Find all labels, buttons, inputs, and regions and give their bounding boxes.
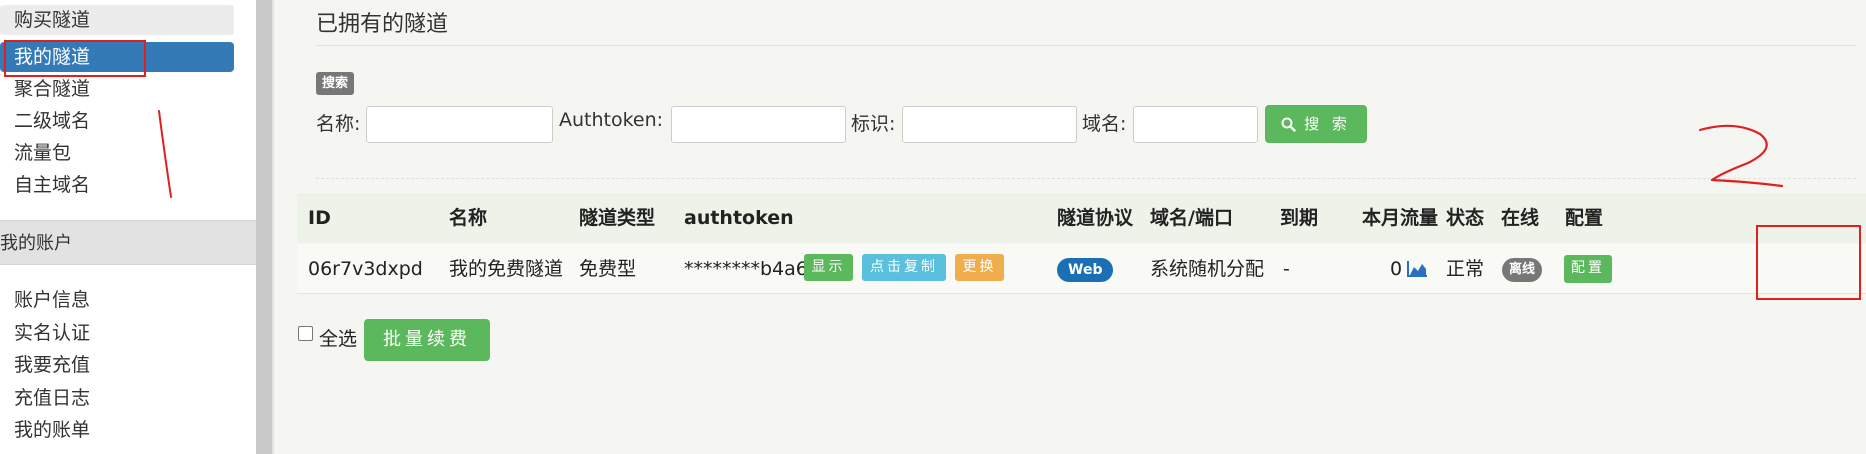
annotation-mark-1 bbox=[158, 110, 172, 198]
annotation-mark-2 bbox=[1698, 124, 1784, 188]
annotation-strokes bbox=[158, 110, 1784, 198]
